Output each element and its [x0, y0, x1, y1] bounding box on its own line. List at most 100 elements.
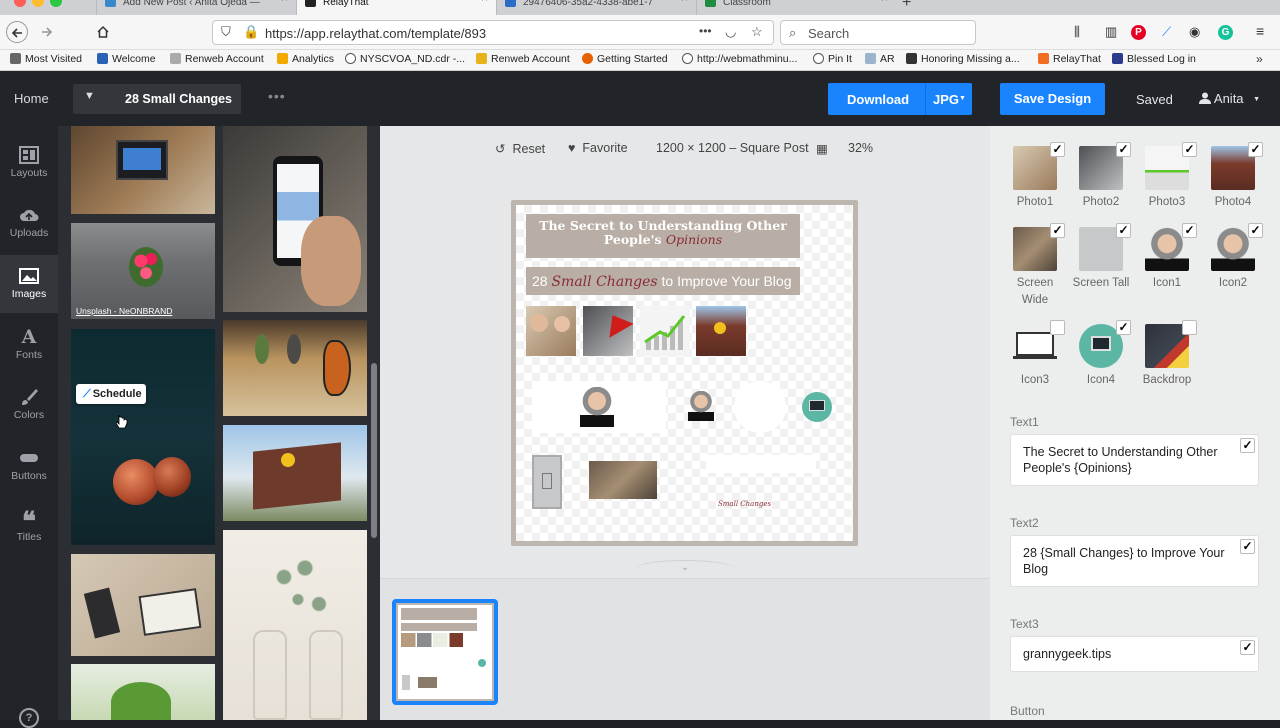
photo-slot-icon2[interactable]: ✓ Icon2 [1203, 223, 1263, 292]
sidebar-item-colors[interactable]: Colors [0, 376, 58, 434]
image-thumbnail-bible[interactable] [71, 554, 215, 656]
close-tab-icon[interactable]: × [881, 0, 888, 4]
photo-slot-photo4[interactable]: ✓ Photo4 [1203, 142, 1263, 211]
photo-slot-photo2[interactable]: ✓ Photo2 [1071, 142, 1131, 211]
photo-slot-backdrop[interactable]: Backdrop [1137, 320, 1197, 389]
photo1-checkbox[interactable]: ✓ [1050, 142, 1065, 157]
text2-field[interactable]: 28 {Small Changes} to Improve Your Blog … [1010, 535, 1259, 587]
bookmark[interactable]: RelayThat [1038, 53, 1101, 65]
text1-field[interactable]: The Secret to Understanding Other People… [1010, 434, 1259, 486]
close-window-button[interactable] [14, 0, 26, 7]
bookmark-star-icon[interactable]: ☆ [751, 24, 763, 40]
artwork-photo1[interactable] [526, 306, 576, 356]
photo-slot-photo1[interactable]: ✓ Photo1 [1005, 142, 1065, 211]
sidebar-item-uploads[interactable]: Uploads [0, 194, 58, 252]
text2-checkbox[interactable]: ✓ [1240, 539, 1255, 554]
bookmark[interactable]: AR [865, 53, 895, 65]
artwork-icon2[interactable] [688, 391, 714, 421]
image-thumbnail-phone[interactable] [223, 126, 367, 312]
format-dropdown[interactable]: JPG▼ [933, 92, 966, 107]
photo-slot-screen-tall[interactable]: ✓ Screen Tall [1071, 223, 1131, 292]
artwork-url-box[interactable] [706, 455, 816, 473]
photo4-checkbox[interactable]: ✓ [1248, 142, 1263, 157]
download-button[interactable]: Download JPG▼ [828, 83, 972, 115]
icon1-checkbox[interactable]: ✓ [1182, 223, 1197, 238]
text1-checkbox[interactable]: ✓ [1240, 438, 1255, 453]
artwork-icon3[interactable] [734, 381, 786, 433]
image-thumbnail-laptop[interactable] [71, 126, 215, 214]
design-artwork[interactable]: The Secret to Understanding Other People… [511, 200, 858, 546]
image-thumbnail-shed[interactable] [223, 425, 367, 521]
close-tab-icon[interactable]: × [281, 0, 288, 4]
user-menu[interactable]: Anita ▼ [1199, 91, 1260, 106]
more-options-icon[interactable]: ••• [268, 88, 286, 104]
account-icon[interactable]: ◉ [1189, 24, 1200, 40]
browser-tab-active[interactable]: RelayThat × [296, 0, 496, 15]
reset-button[interactable]: ↺ Reset [495, 141, 545, 156]
bookmark[interactable]: Renweb Account [476, 53, 570, 65]
minimize-window-button[interactable] [32, 0, 44, 7]
browser-tab[interactable]: Add New Post ‹ Anita Ojeda — × [96, 0, 296, 15]
icon3-checkbox[interactable] [1050, 320, 1065, 335]
search-field[interactable]: ⌕ Search [780, 20, 976, 45]
bookmark[interactable]: Most Visited [10, 53, 82, 65]
schedule-button[interactable]: ⟋ Schedule [76, 384, 146, 404]
bookmark[interactable]: Blessed Log in [1112, 53, 1196, 65]
canvas-size[interactable]: 1200 × 1200 – Square Post [656, 141, 809, 155]
pinterest-icon[interactable]: P [1131, 25, 1146, 40]
zoom-level[interactable]: 32% [848, 141, 873, 155]
bookmark[interactable]: Honoring Missing a... [906, 53, 1020, 65]
more-actions-icon[interactable]: ••• [699, 24, 712, 38]
artwork-icon1[interactable] [580, 387, 614, 427]
pocket-icon[interactable]: ◡ [725, 24, 736, 40]
relaythat-ext-icon[interactable]: ⟋ [1162, 24, 1171, 40]
image-thumbnail-peaches[interactable] [71, 329, 215, 545]
image-thumbnail-vases[interactable] [223, 530, 367, 720]
maximize-window-button[interactable] [50, 0, 62, 7]
url-bar[interactable]: ⛉ 🔒 https://app.relaythat.com/template/8… [212, 20, 774, 45]
grid-icon[interactable]: ▦ [816, 141, 828, 156]
photo-slot-screen-wide[interactable]: ✓ Screen Wide [1005, 223, 1065, 309]
back-button[interactable] [6, 21, 28, 43]
browser-tab[interactable]: Classroom × [696, 0, 896, 15]
artwork-photo3[interactable] [640, 306, 690, 356]
grammarly-icon[interactable]: G [1218, 25, 1233, 40]
image-credit[interactable]: Unsplash - NeONBRAND [76, 306, 172, 316]
sidebar-item-images[interactable]: Images [0, 255, 58, 313]
bookmark[interactable]: Getting Started [582, 53, 668, 65]
icon2-checkbox[interactable]: ✓ [1248, 223, 1263, 238]
browser-tab[interactable]: 29476406-35a2-4338-abe1-7 × [496, 0, 696, 15]
photo-slot-icon4[interactable]: ✓ Icon4 [1071, 320, 1131, 389]
image-thumbnail-plant[interactable] [71, 664, 215, 720]
artwork-icon4[interactable] [802, 392, 832, 422]
help-icon[interactable]: ? [19, 708, 39, 728]
backdrop-checkbox[interactable] [1182, 320, 1197, 335]
image-thumbnail-roses[interactable]: Unsplash - NeONBRAND [71, 223, 215, 319]
favorite-button[interactable]: ♥ Favorite [568, 141, 628, 155]
image-panel-scrollbar[interactable] [371, 363, 377, 538]
artwork-photo4[interactable] [696, 306, 746, 356]
page-thumbnail[interactable] [392, 599, 498, 705]
text3-checkbox[interactable]: ✓ [1240, 640, 1255, 655]
collapse-toggle[interactable]: ⌄ [635, 560, 735, 578]
screen-tall-checkbox[interactable]: ✓ [1116, 223, 1131, 238]
library-icon[interactable]: ⫼ [1074, 24, 1080, 40]
photo-slot-photo3[interactable]: ✓ Photo3 [1137, 142, 1197, 211]
bookmark[interactable]: http://webmathminu... [682, 53, 797, 65]
sidebar-item-layouts[interactable]: Layouts [0, 134, 58, 192]
home-link[interactable]: Home [14, 91, 49, 106]
image-thumbnail-butterfly[interactable] [223, 320, 367, 416]
bookmark[interactable]: Analytics [277, 53, 334, 65]
icon4-checkbox[interactable]: ✓ [1116, 320, 1131, 335]
sidebar-item-titles[interactable]: ❝ Titles [0, 498, 58, 556]
photo-slot-icon1[interactable]: ✓ Icon1 [1137, 223, 1197, 292]
bookmark[interactable]: Renweb Account [170, 53, 264, 65]
new-tab-icon[interactable]: + [902, 0, 911, 12]
screen-wide-checkbox[interactable]: ✓ [1050, 223, 1065, 238]
close-tab-icon[interactable]: × [681, 0, 688, 4]
home-button[interactable] [92, 21, 114, 43]
sidebar-item-fonts[interactable]: A Fonts [0, 316, 58, 374]
photo3-checkbox[interactable]: ✓ [1182, 142, 1197, 157]
forward-button[interactable] [36, 21, 58, 43]
close-tab-icon[interactable]: × [481, 0, 488, 4]
